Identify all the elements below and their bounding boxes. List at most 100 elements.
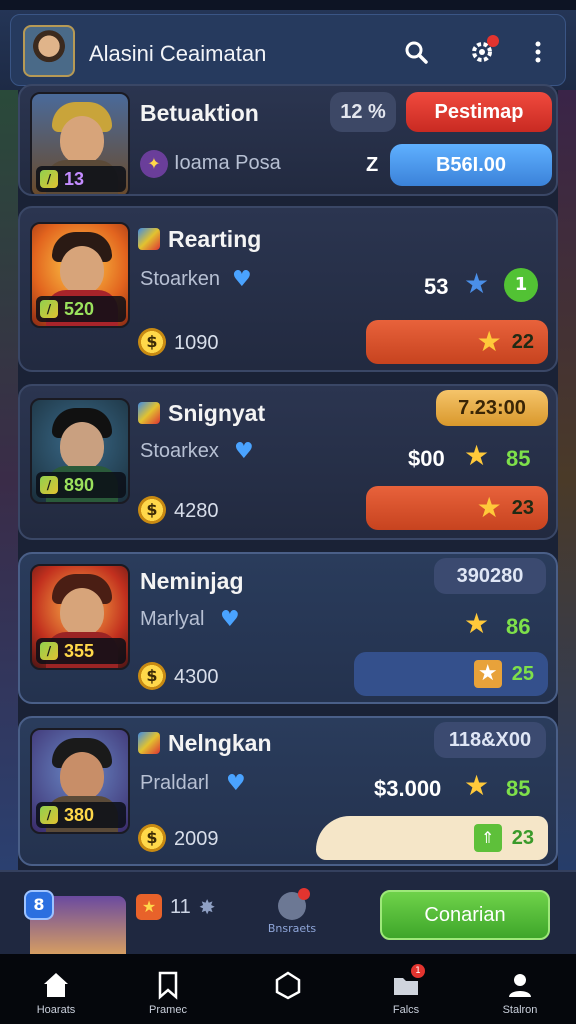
sword-icon: / xyxy=(40,642,58,660)
stat-value: 53 xyxy=(424,274,449,299)
gear-icon[interactable]: ✸ xyxy=(199,895,216,919)
action-strip: 8 ★ 11 ✸ Bnsraets Conarian xyxy=(0,870,576,956)
timer-badge: 118&X00 xyxy=(434,722,546,758)
star-icon: ★ xyxy=(464,607,490,640)
character-portrait: / 890 xyxy=(30,398,130,504)
level-tag: / 520 xyxy=(36,296,126,322)
bookmark-icon xyxy=(153,970,183,1000)
progress-bar[interactable]: ★ 22 xyxy=(366,320,548,364)
coin-icon: $ xyxy=(138,496,166,524)
character-name: Rearting xyxy=(168,226,262,252)
count-label: Z xyxy=(366,154,379,176)
list-item[interactable]: / 520 Rearting Stoarken ♥ $ 1090 53 ★ 1 … xyxy=(18,206,558,372)
nav-item-center[interactable] xyxy=(238,954,338,1024)
heart-icon: ♥ xyxy=(234,439,254,464)
progress-bar[interactable]: ★ 23 xyxy=(366,486,548,530)
list-item[interactable]: / 380 Nelngkan Praldarl ♥ $ 2009 118&X00… xyxy=(18,716,558,866)
percent-badge: 12 % xyxy=(330,92,396,132)
coin-icon: $ xyxy=(138,824,166,852)
character-portrait: / 355 xyxy=(30,564,130,670)
character-subtitle: Ioama Posa xyxy=(174,152,281,174)
timer-badge: 390280 xyxy=(434,558,546,594)
coin-value: 4280 xyxy=(174,500,219,522)
score-value: 85 xyxy=(506,446,531,471)
price-value: $3.000 xyxy=(374,776,442,801)
notification-badge: 1 xyxy=(411,964,425,978)
progress-bar[interactable]: ⇑ 23 xyxy=(316,816,548,860)
home-icon xyxy=(41,970,71,1000)
nav-item-files[interactable]: 1 Falcs xyxy=(356,954,456,1024)
more-menu-icon[interactable] xyxy=(521,35,555,69)
character-name: Nelngkan xyxy=(168,730,272,756)
star-icon: ★ xyxy=(464,267,490,300)
character-subtitle: Stoarkex xyxy=(140,440,219,462)
hexagon-icon xyxy=(273,970,303,1000)
bottom-nav: Hoarats Pramec 1 Falcs Stalron xyxy=(0,954,576,1024)
action-button[interactable]: Pestimap xyxy=(406,92,552,132)
progress-bar[interactable]: ★ 25 xyxy=(354,652,548,696)
star-icon: ★ xyxy=(464,769,490,802)
character-portrait: / 520 xyxy=(30,222,130,328)
character-subtitle: Marlyal xyxy=(140,608,205,630)
folder-icon: 1 xyxy=(391,964,425,1000)
primary-cta-button[interactable]: Conarian xyxy=(380,890,550,940)
heart-icon: ♥ xyxy=(220,607,240,632)
settings-notification-icon[interactable] xyxy=(465,35,499,69)
level-tag: / 890 xyxy=(36,472,126,498)
nav-item-profile[interactable]: Stalron xyxy=(470,954,570,1024)
timer-badge: 7.23:00 xyxy=(436,390,548,426)
sword-icon: / xyxy=(40,806,58,824)
coin-value: 2009 xyxy=(174,828,219,850)
browse-button[interactable]: Bnsraets xyxy=(262,888,322,935)
price-button[interactable]: B56I.00 xyxy=(390,144,552,186)
page-title: Alasini Ceaimatan xyxy=(89,41,267,66)
notification-badge xyxy=(487,35,499,47)
score-value: 85 xyxy=(506,776,531,801)
coin-value: 1090 xyxy=(174,332,219,354)
heart-icon: ♥ xyxy=(226,771,246,796)
coin-value: 4300 xyxy=(174,666,219,688)
star-box-icon: ★ xyxy=(136,894,162,920)
level-tag: / 13 xyxy=(36,166,126,192)
flag-icon xyxy=(138,228,160,250)
nav-item-home[interactable]: Hoarats xyxy=(6,954,106,1024)
heart-icon: ♥ xyxy=(232,267,252,292)
nav-item-bookmarks[interactable]: Pramec xyxy=(118,954,218,1024)
sword-icon: / xyxy=(40,300,58,318)
list-item[interactable]: / 355 Neminjag Marlyal ♥ $ 4300 390280 ★… xyxy=(18,552,558,704)
list-item[interactable]: / 890 Snignyat Stoarkex ♥ $ 4280 7.23:00… xyxy=(18,384,558,540)
character-name: Neminjag xyxy=(140,568,244,594)
list-item[interactable]: / 13 Betuaktion ✦ Ioama Posa 12 % Pestim… xyxy=(18,84,558,196)
header-bar: Alasini Ceaimatan xyxy=(10,14,566,86)
character-name: Snignyat xyxy=(168,400,266,426)
character-subtitle: Stoarken xyxy=(140,268,221,290)
status-bar xyxy=(0,0,576,10)
user-icon xyxy=(505,970,535,1000)
team-badge: 8 xyxy=(24,890,54,920)
star-icon: ★ xyxy=(476,491,502,524)
star-icon: ★ xyxy=(476,325,502,358)
coin-icon: $ xyxy=(138,662,166,690)
character-portrait: / 380 xyxy=(30,728,130,834)
sword-icon: / xyxy=(40,476,58,494)
character-portrait: / 13 xyxy=(30,92,130,194)
background-art-right xyxy=(558,90,576,870)
character-name: Betuaktion xyxy=(140,100,259,126)
flag-icon xyxy=(138,732,160,754)
sword-icon: / xyxy=(40,170,58,188)
score-value: 86 xyxy=(506,614,531,639)
strip-stats: ★ 11 ✸ xyxy=(136,894,216,920)
star-badge-icon: ★ xyxy=(473,660,502,688)
star-icon: ★ xyxy=(464,439,490,472)
notification-badge xyxy=(298,888,310,900)
browse-icon xyxy=(278,888,310,920)
character-subtitle: Praldarl xyxy=(140,772,209,794)
coin-icon: $ xyxy=(138,328,166,356)
guild-icon: ✦ xyxy=(140,150,168,178)
avatar[interactable] xyxy=(23,25,75,77)
rank-badge: 1 xyxy=(504,268,538,302)
character-list: / 13 Betuaktion ✦ Ioama Posa 12 % Pestim… xyxy=(18,84,558,870)
search-icon[interactable] xyxy=(399,35,433,69)
level-tag: / 380 xyxy=(36,802,126,828)
upgrade-icon: ⇑ xyxy=(473,824,502,852)
